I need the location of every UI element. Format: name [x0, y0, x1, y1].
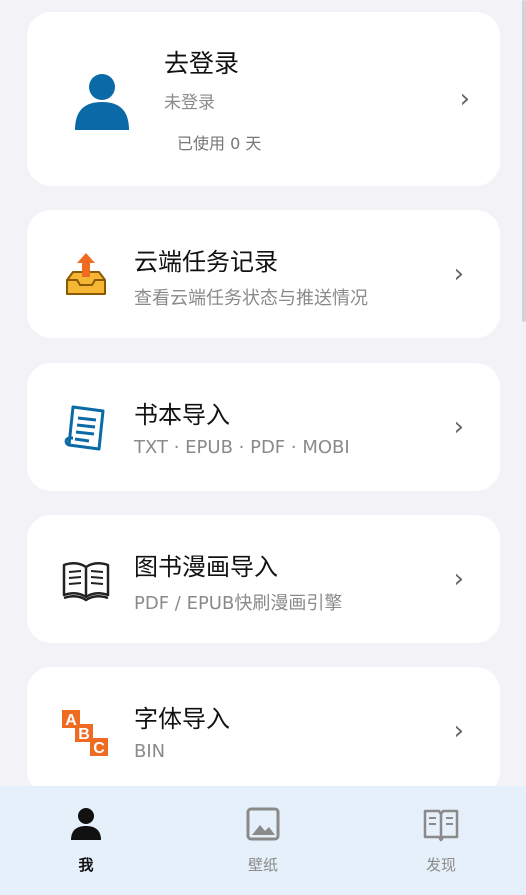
- bottom-tab-bar: 我 壁纸 发现: [0, 786, 526, 895]
- login-status: 未登录: [164, 93, 215, 113]
- person-icon: [71, 808, 101, 840]
- book-icon: [423, 809, 459, 842]
- document-icon: [64, 405, 105, 451]
- tab-label: 我: [78, 856, 94, 874]
- tab-label: 壁纸: [247, 856, 278, 874]
- cloud-task-record-card[interactable]: 云端任务记录 查看云端任务状态与推送情况 ›: [27, 210, 500, 338]
- scrollbar[interactable]: [522, 0, 526, 322]
- comic-import-card[interactable]: 图书漫画导入 PDF / EPUB快刷漫画引擎 ›: [27, 515, 500, 643]
- svg-text:A: A: [65, 712, 77, 729]
- open-book-icon: [62, 562, 110, 602]
- chevron-right-icon: ›: [453, 412, 464, 442]
- login-title[interactable]: 去登录: [164, 44, 239, 80]
- feature-title: 图书漫画导入: [134, 553, 278, 581]
- tab-me[interactable]: 我: [26, 786, 146, 895]
- feature-subtitle: BIN: [134, 741, 166, 762]
- tab-wallpaper[interactable]: 壁纸: [203, 786, 323, 895]
- chevron-right-icon: ›: [453, 564, 464, 594]
- feature-subtitle: 查看云端任务状态与推送情况: [134, 288, 368, 309]
- user-avatar-icon: [75, 74, 129, 130]
- svg-text:C: C: [93, 740, 105, 757]
- font-import-card[interactable]: A B C 字体导入 BIN ›: [27, 667, 500, 795]
- usage-prefix: 已使用: [177, 134, 226, 153]
- days-used-value: 0: [230, 134, 241, 153]
- feature-title: 字体导入: [134, 705, 230, 733]
- svg-text:B: B: [78, 726, 90, 743]
- feature-title: 云端任务记录: [134, 248, 278, 276]
- login-card[interactable]: 去登录 未登录 已使用 0 天 ›: [27, 12, 500, 186]
- abc-font-icon: A B C: [62, 710, 108, 757]
- image-icon: [246, 807, 280, 841]
- feature-subtitle: PDF / EPUB快刷漫画引擎: [134, 593, 343, 614]
- chevron-right-icon: ›: [453, 259, 464, 289]
- feature-subtitle: TXT · EPUB · PDF · MOBI: [134, 437, 350, 458]
- book-import-card[interactable]: 书本导入 TXT · EPUB · PDF · MOBI ›: [27, 363, 500, 491]
- cloud-upload-tray-icon: [66, 253, 106, 295]
- chevron-right-icon: ›: [453, 716, 464, 746]
- usage-days: 已使用 0 天: [177, 130, 261, 154]
- chevron-right-icon: ›: [459, 84, 470, 114]
- feature-title: 书本导入: [134, 401, 230, 429]
- tab-discover[interactable]: 发现: [381, 786, 501, 895]
- usage-suffix: 天: [245, 134, 262, 153]
- tab-label: 发现: [425, 856, 456, 874]
